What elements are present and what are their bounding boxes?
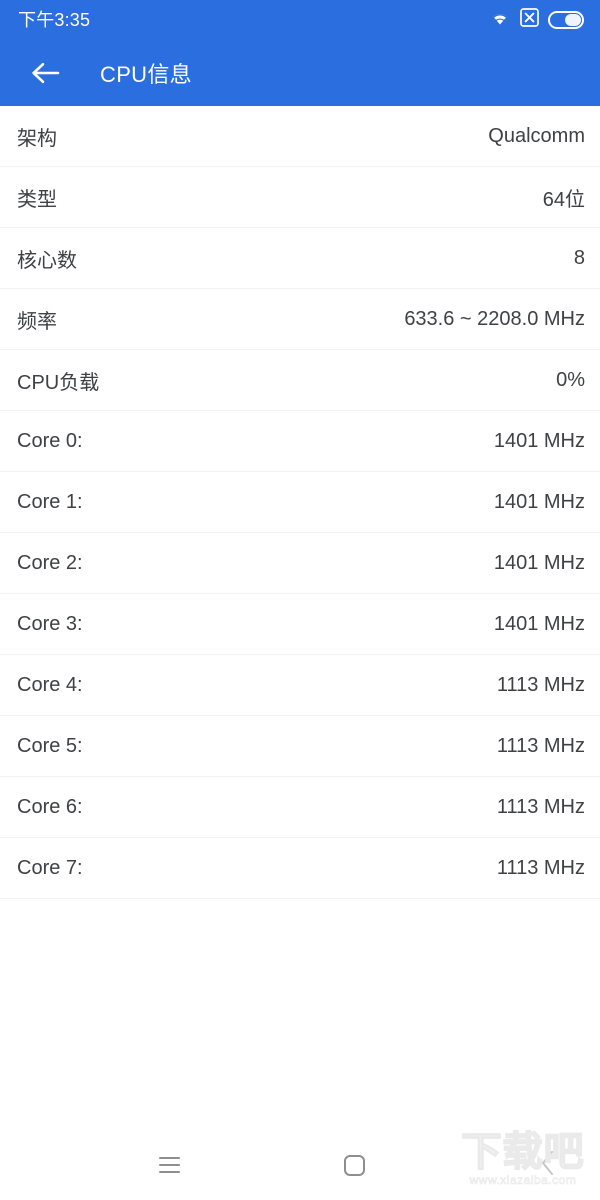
info-row-value: 8 <box>573 246 585 269</box>
info-row-label: Core 0: <box>17 429 83 452</box>
info-row-value: Qualcomm <box>488 124 585 147</box>
no-sim-icon <box>520 8 539 32</box>
info-row[interactable]: Core 6: 1113 MHz <box>0 777 600 838</box>
menu-icon <box>159 1157 181 1173</box>
info-row-value: 1401 MHz <box>493 429 585 452</box>
page-title: CPU信息 <box>100 62 192 87</box>
info-row-value: 633.6 ~ 2208.0 MHz <box>404 307 585 330</box>
info-row-label: Core 2: <box>17 551 83 574</box>
nav-recents-button[interactable] <box>118 1130 221 1200</box>
info-row[interactable]: Core 5: 1113 MHz <box>0 716 600 777</box>
info-row[interactable]: Core 0: 1401 MHz <box>0 411 600 472</box>
home-square-icon <box>344 1154 366 1176</box>
info-row-label: Core 4: <box>17 673 83 696</box>
status-time: 下午3:35 <box>18 10 91 30</box>
info-row-label: Core 1: <box>17 490 83 513</box>
info-row[interactable]: Core 2: 1401 MHz <box>0 533 600 594</box>
info-row-value: 1401 MHz <box>493 551 585 574</box>
nav-back-button[interactable] <box>497 1130 600 1200</box>
info-row[interactable]: Core 1: 1401 MHz <box>0 472 600 533</box>
wifi-icon <box>489 9 511 31</box>
info-row[interactable]: Core 7: 1113 MHz <box>0 838 600 899</box>
info-row-value: 1401 MHz <box>493 490 585 513</box>
phone-screen: 下午3:35 CPU信息 架构 Qualcomm 类型 64位 核心数 8 频率… <box>0 0 600 1200</box>
info-row-label: 架构 <box>17 127 57 150</box>
info-row-label: Core 5: <box>17 734 83 757</box>
info-row[interactable]: CPU负载 0% <box>0 350 600 411</box>
info-row[interactable]: 类型 64位 <box>0 167 600 228</box>
info-row[interactable]: 频率 633.6 ~ 2208.0 MHz <box>0 289 600 350</box>
info-row-value: 1113 MHz <box>496 673 585 696</box>
info-row-label: 核心数 <box>17 249 77 272</box>
status-icons <box>489 8 584 32</box>
info-row-label: Core 6: <box>17 795 83 818</box>
nav-home-button[interactable] <box>303 1130 406 1200</box>
info-row-label: 类型 <box>17 188 57 211</box>
info-row-label: CPU负载 <box>17 371 100 394</box>
status-bar: 下午3:35 <box>0 0 600 40</box>
info-row-label: 频率 <box>17 310 57 333</box>
info-row-value: 64位 <box>542 188 585 211</box>
chevron-left-icon <box>540 1150 556 1181</box>
info-row[interactable]: 架构 Qualcomm <box>0 106 600 167</box>
battery-icon <box>548 11 584 29</box>
info-row-value: 1113 MHz <box>496 856 585 879</box>
info-row[interactable]: Core 3: 1401 MHz <box>0 594 600 655</box>
info-row-value: 1113 MHz <box>496 734 585 757</box>
info-row-label: Core 3: <box>17 612 83 635</box>
app-bar: CPU信息 <box>0 40 600 106</box>
info-row-value: 0% <box>556 368 585 391</box>
info-row[interactable]: Core 4: 1113 MHz <box>0 655 600 716</box>
info-row-value: 1401 MHz <box>493 612 585 635</box>
nav-bar <box>0 1130 600 1200</box>
info-row-label: Core 7: <box>17 856 83 879</box>
info-row[interactable]: 核心数 8 <box>0 228 600 289</box>
info-row-value: 1113 MHz <box>496 795 585 818</box>
back-arrow-icon[interactable] <box>28 56 62 90</box>
cpu-info-list: 架构 Qualcomm 类型 64位核心数 8 频率 633.6 ~ 2208.0 MHz C… <box>0 106 600 1200</box>
